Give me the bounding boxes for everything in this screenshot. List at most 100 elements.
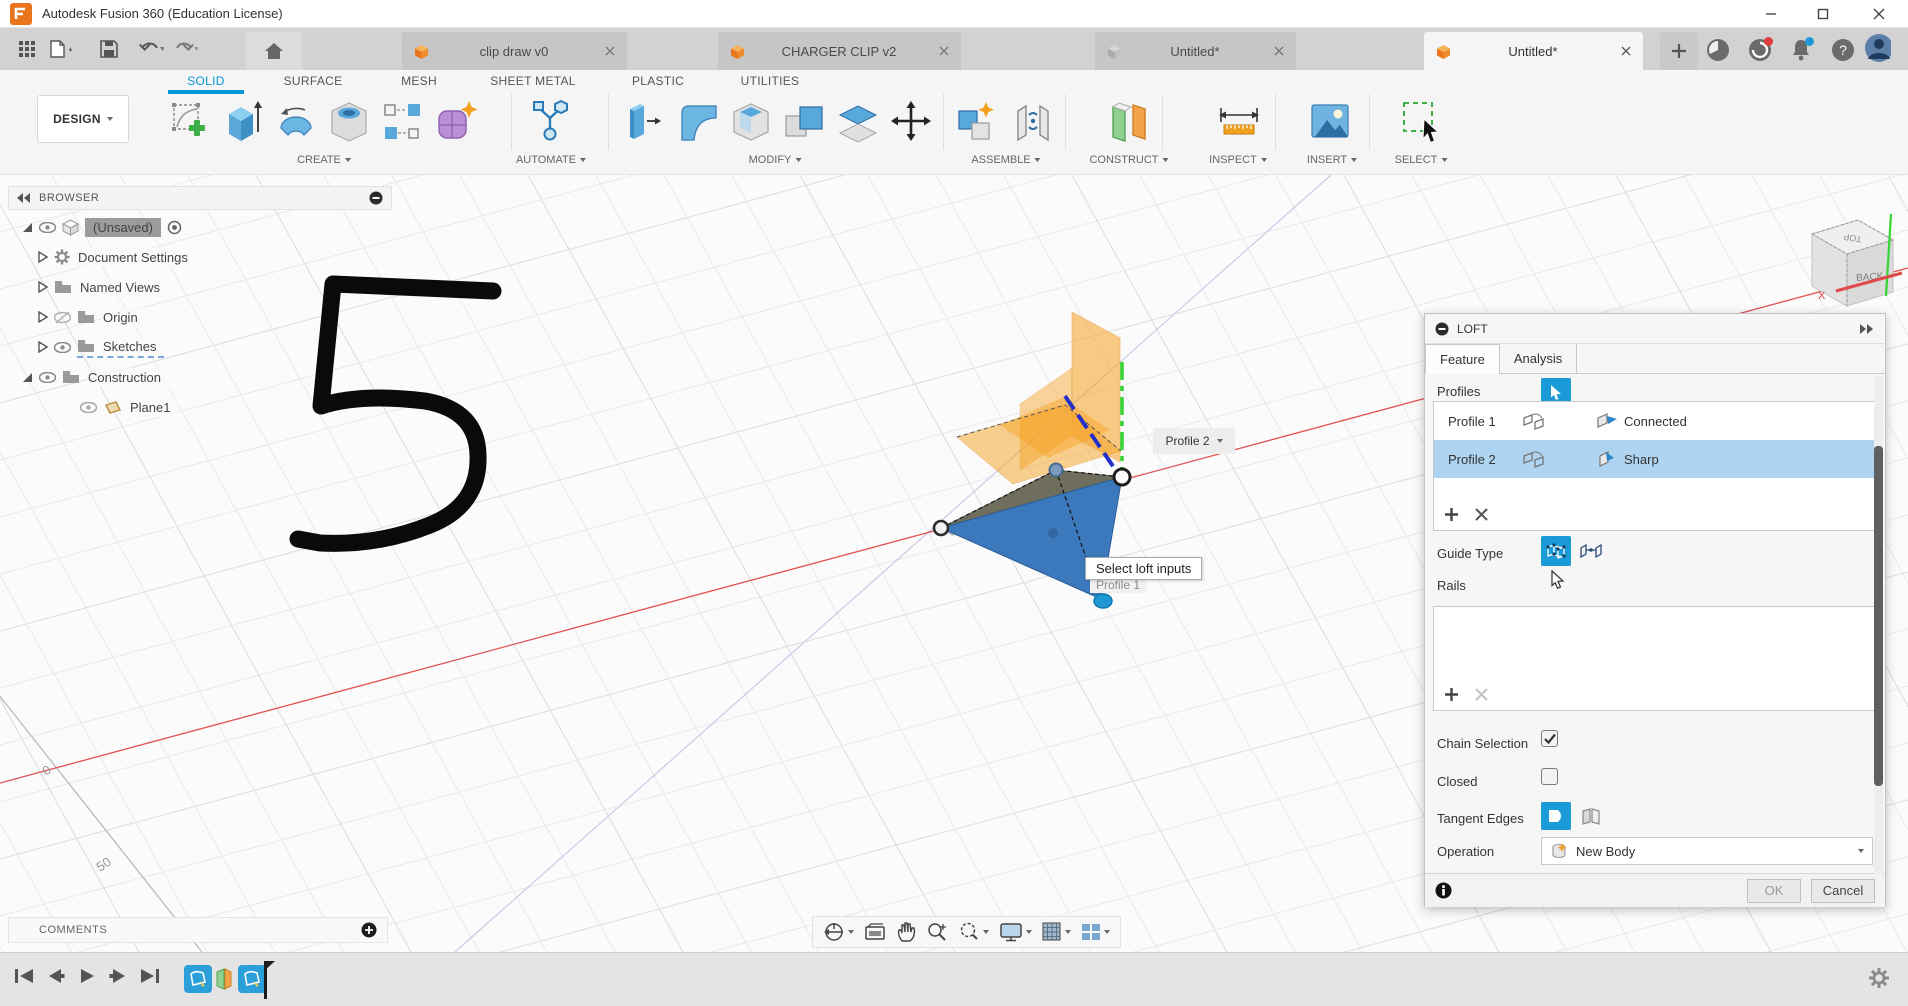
joint-button[interactable] xyxy=(1010,96,1056,146)
chain-selection-checkbox[interactable] xyxy=(1541,730,1558,747)
visibility-eye-icon[interactable] xyxy=(54,342,71,353)
collapsed-arrow-icon[interactable] xyxy=(38,311,48,323)
go-to-start-icon[interactable] xyxy=(14,967,34,985)
press-pull-button[interactable] xyxy=(618,96,664,146)
dialog-scrollbar[interactable] xyxy=(1874,376,1883,874)
collapsed-arrow-icon[interactable] xyxy=(38,281,48,293)
ribbon-tab-utilities[interactable]: UTILITIES xyxy=(741,74,800,88)
collapse-panel-icon[interactable] xyxy=(17,193,31,203)
play-icon[interactable] xyxy=(78,967,96,985)
tree-item-label[interactable]: Document Settings xyxy=(76,248,196,267)
tree-item-label[interactable]: Sketches xyxy=(101,337,164,356)
timeline-position-marker[interactable] xyxy=(262,961,276,999)
profile-row-2-selected[interactable]: Profile 2 Sharp xyxy=(1434,440,1878,478)
takeoff-direction-icon[interactable] xyxy=(1522,449,1548,469)
create-sketch-button[interactable] xyxy=(168,96,214,146)
select-button[interactable] xyxy=(1398,96,1444,146)
guide-type-rails-button[interactable] xyxy=(1541,536,1571,566)
ribbon-tab-mesh[interactable]: MESH xyxy=(401,74,437,88)
offset-face-button[interactable] xyxy=(835,96,881,146)
operation-dropdown[interactable]: New Body xyxy=(1541,837,1873,865)
shell-button[interactable] xyxy=(728,96,774,146)
step-forward-icon[interactable] xyxy=(109,967,127,985)
visibility-eye-icon[interactable] xyxy=(39,222,56,233)
fit-tool[interactable] xyxy=(958,921,989,943)
revolve-button[interactable] xyxy=(273,96,319,146)
new-component-button[interactable] xyxy=(954,96,1000,146)
minimize-button[interactable] xyxy=(1748,0,1794,28)
insert-canvas-button[interactable] xyxy=(1307,96,1353,146)
dialog-scrollbar-thumb[interactable] xyxy=(1874,446,1883,786)
continuity-connected-icon[interactable] xyxy=(1596,412,1618,430)
help-icon[interactable]: ? xyxy=(1829,36,1856,63)
group-label-construct[interactable]: CONSTRUCT xyxy=(1089,154,1168,166)
add-profile-icon[interactable] xyxy=(1444,507,1459,522)
pattern-button[interactable] xyxy=(379,96,425,146)
tree-item-label[interactable]: Construction xyxy=(86,368,169,387)
profile2-dropdown-chip[interactable]: Profile 2 xyxy=(1153,428,1235,454)
browser-row-construction[interactable]: Construction xyxy=(8,364,392,390)
browser-row-named-views[interactable]: Named Views xyxy=(8,274,392,300)
file-menu-icon[interactable] xyxy=(46,36,76,62)
continuity-sharp-icon[interactable] xyxy=(1596,450,1616,468)
redo-icon[interactable] xyxy=(170,36,200,62)
dialog-dock-icon[interactable] xyxy=(1859,324,1875,334)
group-label-select[interactable]: SELECT xyxy=(1395,154,1448,166)
remove-profile-icon[interactable] xyxy=(1475,508,1488,521)
guide-type-centerline-button[interactable] xyxy=(1577,538,1605,564)
display-settings-tool[interactable] xyxy=(999,922,1032,942)
ribbon-tab-sheet-metal[interactable]: SHEET METAL xyxy=(490,74,576,88)
ribbon-tab-surface[interactable]: SURFACE xyxy=(284,74,343,88)
dialog-minimize-icon[interactable] xyxy=(1435,322,1449,336)
group-label-modify[interactable]: MODIFY xyxy=(749,154,802,166)
timeline-plane-item[interactable] xyxy=(212,965,236,993)
view-cube[interactable]: TOP BACK X xyxy=(1812,214,1902,306)
step-back-icon[interactable] xyxy=(47,967,65,985)
doc-tab-charger-clip-v2[interactable]: CHARGER CLIP v2 xyxy=(718,32,961,70)
fillet-button[interactable] xyxy=(674,96,720,146)
collapsed-arrow-icon[interactable] xyxy=(38,341,48,353)
group-label-inspect[interactable]: INSPECT xyxy=(1209,154,1267,166)
ribbon-tab-solid[interactable]: SOLID xyxy=(187,74,225,88)
app-grid-icon[interactable] xyxy=(12,36,42,62)
extensions-icon[interactable] xyxy=(1704,36,1731,63)
closed-checkbox[interactable] xyxy=(1541,768,1558,785)
pan-tool[interactable] xyxy=(896,921,916,943)
browser-row-document-settings[interactable]: Document Settings xyxy=(8,244,392,270)
measure-button[interactable] xyxy=(1216,96,1262,146)
browser-row-root[interactable]: (Unsaved) xyxy=(8,214,392,240)
browser-row-plane1[interactable]: Plane1 xyxy=(8,394,392,420)
loft-dialog-header[interactable]: LOFT xyxy=(1425,314,1885,344)
profile-row-1[interactable]: Profile 1 Connected xyxy=(1434,402,1878,440)
tab-close-icon[interactable] xyxy=(1621,46,1631,56)
doc-tab-clip-draw-v0[interactable]: clip draw v0 xyxy=(402,32,627,70)
construct-plane-button[interactable] xyxy=(1105,96,1151,146)
close-window-button[interactable] xyxy=(1856,0,1902,28)
remove-rail-icon[interactable] xyxy=(1475,688,1488,701)
activate-radio-icon[interactable] xyxy=(167,220,182,235)
combine-button[interactable] xyxy=(781,96,827,146)
ribbon-tab-plastic[interactable]: PLASTIC xyxy=(632,74,684,88)
panel-minimize-icon[interactable] xyxy=(369,191,383,205)
maximize-button[interactable] xyxy=(1800,0,1846,28)
tab-analysis[interactable]: Analysis xyxy=(1500,344,1577,373)
new-tab-button[interactable] xyxy=(1660,32,1698,70)
browser-row-sketches[interactable]: Sketches xyxy=(8,334,392,360)
workspace-switcher-design[interactable]: DESIGN xyxy=(37,95,129,143)
visibility-off-eye-icon[interactable] xyxy=(54,311,71,324)
tree-item-label[interactable]: Named Views xyxy=(78,278,168,297)
tree-item-label[interactable]: Plane1 xyxy=(128,398,178,417)
home-tab[interactable] xyxy=(246,32,302,70)
add-comment-icon[interactable] xyxy=(361,922,377,938)
browser-row-origin[interactable]: Origin xyxy=(8,304,392,330)
save-icon[interactable] xyxy=(94,36,124,62)
group-label-create[interactable]: CREATE xyxy=(297,154,351,166)
tab-close-icon[interactable] xyxy=(1274,46,1284,56)
timeline-sketch1-item[interactable] xyxy=(184,965,212,993)
tab-feature[interactable]: Feature xyxy=(1425,344,1500,374)
group-label-insert[interactable]: INSERT xyxy=(1307,154,1357,166)
info-icon[interactable] xyxy=(1435,882,1452,899)
tab-close-icon[interactable] xyxy=(605,46,615,56)
timeline-settings-gear-icon[interactable] xyxy=(1868,967,1890,989)
notifications-bell-icon[interactable] xyxy=(1787,36,1814,63)
